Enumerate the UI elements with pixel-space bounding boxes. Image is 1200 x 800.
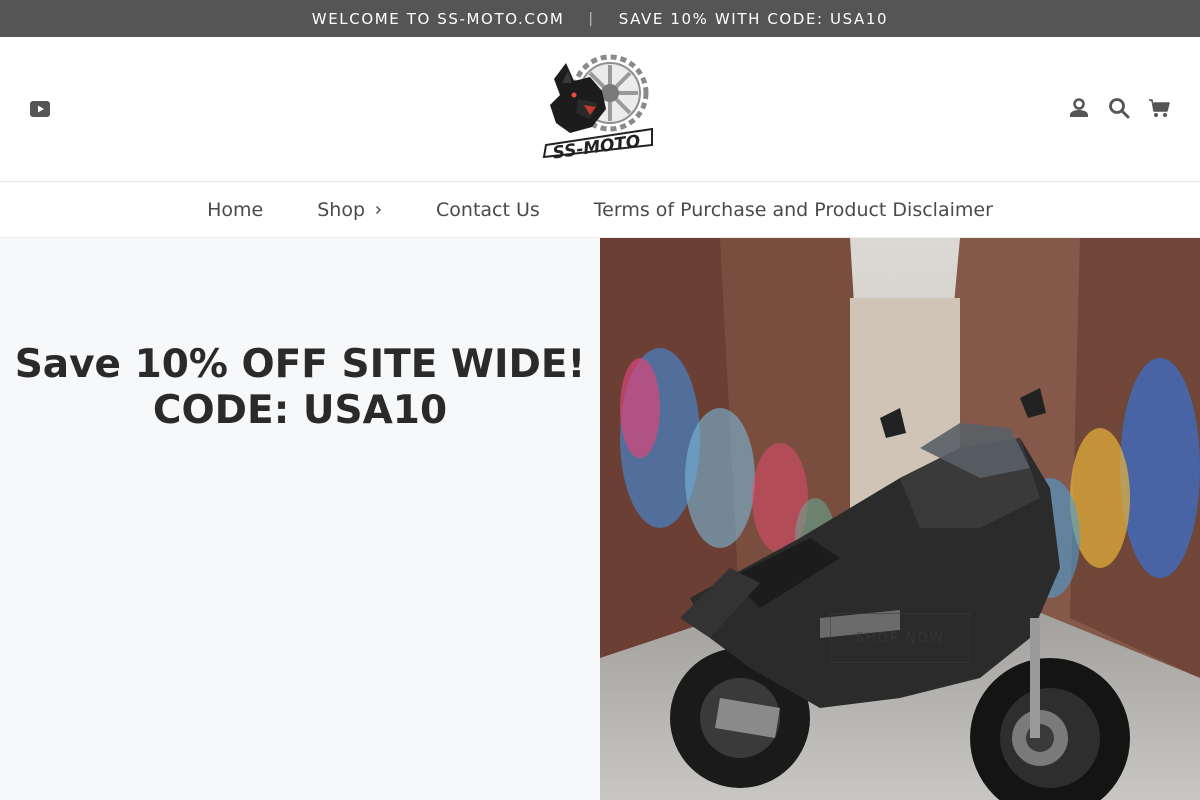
header-actions [1068,97,1170,119]
account-icon[interactable] [1068,97,1090,119]
hero-image[interactable]: SHOP NOW [600,238,1200,800]
motorcycle-photo [600,238,1200,800]
nav-terms[interactable]: Terms of Purchase and Product Disclaimer [594,199,993,221]
announcement-welcome: WELCOME TO SS-MOTO.COM [311,9,565,28]
hero-headline: Save 10% OFF SITE WIDE! CODE: USA10 [0,342,600,434]
nav-terms-label: Terms of Purchase and Product Disclaimer [593,198,993,221]
cart-icon[interactable] [1148,97,1170,119]
nav-contact-label: Contact Us [436,198,540,221]
shop-now-button[interactable]: SHOP NOW [830,613,970,663]
site-header: SS-MOTO [0,37,1200,182]
nav-home[interactable]: Home [207,199,263,221]
svg-text:SS-MOTO: SS-MOTO [551,131,641,159]
announcement-promo[interactable]: SAVE 10% WITH CODE: USA10 [619,10,888,28]
hero-headline-line1: Save 10% OFF SITE WIDE! [14,342,586,387]
ss-moto-logo[interactable]: SS-MOTO [540,53,658,159]
youtube-icon[interactable] [30,100,50,118]
nav-home-label: Home [207,198,264,221]
chevron-right-icon [375,205,382,214]
hero-text-panel [0,238,600,800]
main-nav: Home Shop Contact Us Terms of Purchase a… [0,182,1200,238]
nav-shop[interactable]: Shop [317,199,382,221]
hero-headline-line2: CODE: USA10 [152,388,448,433]
nav-shop-label: Shop [317,198,366,221]
announcement-separator: | [588,10,595,27]
search-icon[interactable] [1108,97,1130,119]
announcement-bar: WELCOME TO SS-MOTO.COM | SAVE 10% WITH C… [0,0,1200,37]
nav-contact-us[interactable]: Contact Us [436,199,540,221]
